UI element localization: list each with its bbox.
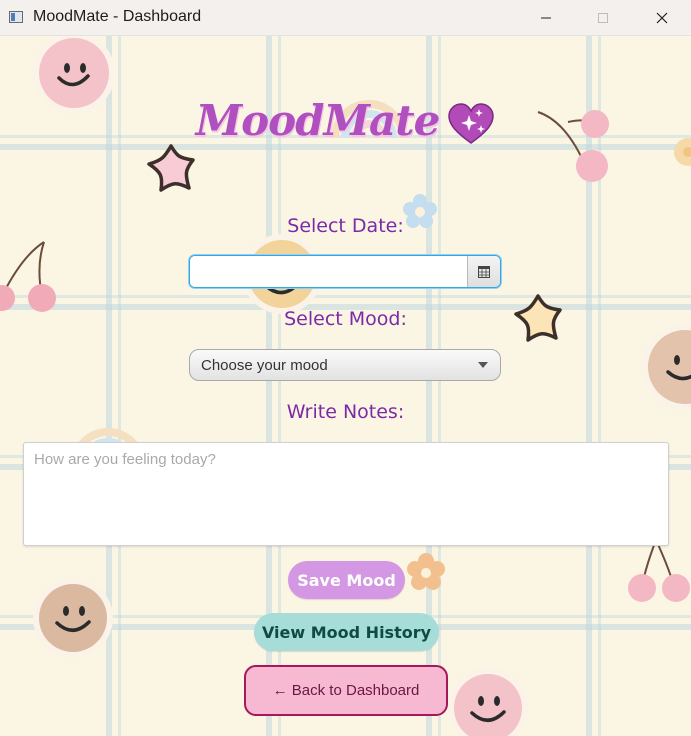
close-icon <box>656 12 668 23</box>
select-date-label: Select Date: <box>287 215 404 237</box>
smiley-face-icon <box>33 578 113 658</box>
app-title-text: MoodMate <box>195 96 441 145</box>
app-title: MoodMate <box>0 96 691 145</box>
mood-dropdown-value: Choose your mood <box>201 357 328 374</box>
app-window-icon <box>9 11 23 23</box>
notes-textarea[interactable] <box>24 443 668 545</box>
window-title-bar: MoodMate - Dashboard <box>0 0 691 36</box>
window-title: MoodMate - Dashboard <box>33 8 202 25</box>
sparkling-heart-icon <box>448 103 495 144</box>
chevron-down-icon <box>478 362 488 368</box>
write-notes-label: Write Notes: <box>286 401 405 423</box>
select-mood-label: Select Mood: <box>284 308 407 330</box>
smiley-face-icon <box>448 668 528 736</box>
calendar-button[interactable] <box>467 256 500 287</box>
star-flower-icon <box>147 144 195 192</box>
calendar-icon <box>478 265 490 278</box>
minimize-icon <box>541 17 551 18</box>
minimize-button[interactable] <box>523 0 569 35</box>
mood-dropdown[interactable]: Choose your mood <box>189 349 501 381</box>
maximize-button[interactable] <box>580 0 626 35</box>
save-mood-button[interactable]: Save Mood <box>288 561 405 599</box>
flower-icon <box>407 553 445 590</box>
date-picker <box>189 255 501 288</box>
view-mood-history-button[interactable]: View Mood History <box>254 613 439 651</box>
notes-field-container <box>23 442 669 546</box>
cherries-icon <box>628 539 690 602</box>
back-to-dashboard-button[interactable]: ← Back to Dashboard <box>244 665 448 716</box>
maximize-icon <box>598 12 608 23</box>
date-input[interactable] <box>190 256 468 287</box>
smiley-face-icon <box>642 324 691 410</box>
close-button[interactable] <box>639 0 685 35</box>
